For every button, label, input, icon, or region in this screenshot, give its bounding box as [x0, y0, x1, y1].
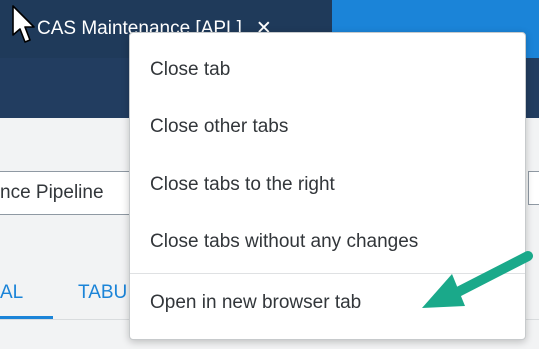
secondary-field[interactable]	[528, 171, 539, 205]
mouse-cursor-icon	[12, 5, 35, 43]
arrow-icon	[422, 251, 533, 308]
tab-tabular[interactable]: TABU	[78, 282, 127, 304]
menu-item-close-other-tabs[interactable]: Close other tabs	[130, 102, 525, 152]
menu-item-close-tab[interactable]: Close tab	[130, 45, 525, 95]
menu-item-close-tabs-right[interactable]: Close tabs to the right	[130, 160, 525, 210]
pipeline-field[interactable]: nce Pipeline	[0, 171, 136, 215]
tab-general[interactable]: AL	[0, 282, 23, 304]
